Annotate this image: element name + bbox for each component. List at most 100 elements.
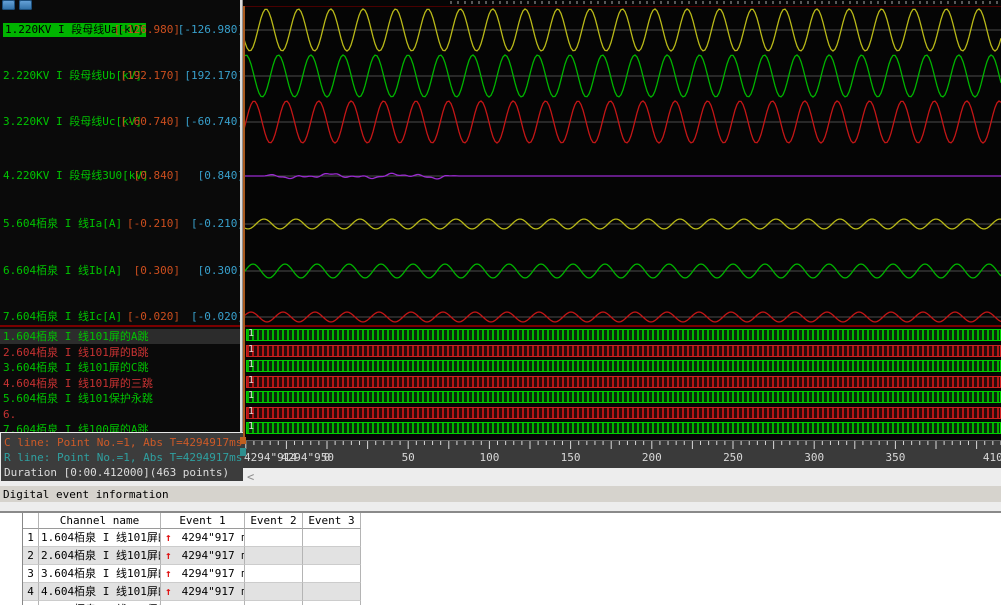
digital-state-value: 1: [248, 359, 254, 371]
event-channel-name: 5.604栢泉 I 线101保护永跳: [39, 601, 161, 605]
analog-channel-row[interactable]: 5.604栢泉 I 线Ia[A] [-0.210] [-0.210]: [0, 217, 240, 231]
event-2-cell: [245, 565, 303, 583]
r-cursor-value: [-126.980]: [178, 23, 240, 37]
digital-channel-row[interactable]: 3.604栢泉 I 线101屏的C跳: [0, 360, 240, 375]
event-table-row[interactable]: 55.604栢泉 I 线101保护永跳 ↑ 4294"917 ms: [23, 601, 361, 605]
fault-recorder-waveform-app: < Digital event information Channel name…: [0, 0, 1001, 605]
event-table-row[interactable]: 33.604栢泉 I 线101屏的C跳↑ 4294"917 ms: [23, 565, 361, 583]
c-cursor-value: [192.170]: [120, 69, 180, 83]
event-time: 4294"917 ms: [182, 529, 245, 547]
digital-state-value: 1: [248, 390, 254, 402]
event-1-cell: ↑ 4294"917 ms: [161, 583, 245, 601]
digital-channel-row[interactable]: 4.604栢泉 I 线101屏的三跳: [0, 376, 240, 391]
analog-channel-row[interactable]: 4.220KV I 段母线3U0[kV][0.840][0.840]: [0, 169, 240, 183]
r-cursor-value: [0.840]: [198, 169, 240, 183]
analog-channel-label[interactable]: 4.220KV I 段母线3U0[kV]: [3, 169, 149, 183]
analog-channel-row[interactable]: 6.604栢泉 I 线Ib[A] [0.300] [0.300]: [0, 264, 240, 278]
axis-ticks: [243, 441, 1001, 451]
event-2-cell: [245, 583, 303, 601]
duration-status: Duration [0:00.412000](463 points): [4, 466, 229, 479]
event-row-index: 4: [23, 583, 39, 601]
axis-time-label: 410: [983, 451, 1001, 464]
event-3-cell: [303, 547, 361, 565]
event-2-cell: [245, 529, 303, 547]
event-1-cell: ↑ 4294"917 ms: [161, 565, 245, 583]
event-3-cell: [303, 583, 361, 601]
event-time: 4294"917 ms: [182, 601, 245, 605]
rising-edge-icon: ↑: [165, 529, 172, 547]
r-cursor-value: [-0.210]: [191, 217, 240, 231]
digital-channel-bar: 1: [246, 391, 1001, 403]
digital-channel-bar: 1: [246, 376, 1001, 388]
analog-channel-label[interactable]: 5.604栢泉 I 线Ia[A]: [3, 217, 122, 231]
event-table-header-cell: Event 3: [303, 513, 361, 529]
digital-channel-row[interactable]: 1.604栢泉 I 线101屏的A跳: [0, 329, 240, 344]
event-table-header-cell: [23, 513, 39, 529]
clipped-text-strip: [450, 1, 1001, 4]
c-line-status: C line: Point No.=1, Abs T=4294917ms, Re…: [4, 436, 243, 449]
r-cursor-value: [-60.740]: [184, 115, 240, 129]
r-cursor-grip[interactable]: [240, 448, 246, 456]
event-time: 4294"917 ms: [182, 547, 245, 565]
event-3-cell: [303, 601, 361, 605]
c-cursor-grip[interactable]: [240, 437, 246, 444]
analog-digital-separator: [0, 325, 1001, 327]
axis-time-label: 100: [479, 451, 499, 464]
c-cursor-value: [-0.020]: [127, 310, 180, 324]
c-cursor-value: [-0.210]: [127, 217, 180, 231]
digital-state-value: 1: [248, 344, 254, 356]
digital-channel-row[interactable]: 2.604栢泉 I 线101屏的B跳: [0, 345, 240, 360]
digital-channel-row[interactable]: 5.604栢泉 I 线101保护永跳: [0, 391, 240, 406]
event-table-header-cell: Event 2: [245, 513, 303, 529]
c-cursor-value: [-60.740]: [120, 115, 180, 129]
event-1-cell: ↑ 4294"917 ms: [161, 547, 245, 565]
event-row-index: 5: [23, 601, 39, 605]
digital-channel-bar: 1: [246, 345, 1001, 357]
event-table-row[interactable]: 44.604栢泉 I 线101屏的三跳↑4294"917 ms: [23, 583, 361, 601]
event-time: 4294"917 ms: [182, 565, 245, 583]
axis-time-label: 200: [642, 451, 662, 464]
event-table-row[interactable]: 22.604栢泉 I 线101屏的B跳↑4294"917 ms: [23, 547, 361, 565]
axis-time-label: 300: [804, 451, 824, 464]
event-1-cell: ↑ 4294"917 ms: [161, 601, 245, 605]
c-cursor-value: [0.300]: [134, 264, 180, 278]
analog-channel-row[interactable]: 7.604栢泉 I 线Ic[A] [-0.020] [-0.020]: [0, 310, 240, 324]
time-axis[interactable]: 4294"9144294"950050100150200250300350410: [243, 440, 1001, 468]
scroll-left-icon[interactable]: <: [247, 470, 254, 484]
rising-edge-icon: ↑: [165, 601, 172, 605]
c-cursor-line[interactable]: [243, 6, 245, 440]
analog-channel-row[interactable]: 2.220KV I 段母线Ub[kV][192.170][192.170]: [0, 69, 240, 83]
analog-channel-row[interactable]: 1.220KV I 段母线Ua[kV][-126.980][-126.980]: [0, 23, 240, 37]
rising-edge-icon: ↑: [165, 547, 172, 565]
digital-channel-row[interactable]: 6.: [0, 407, 240, 422]
event-table-row[interactable]: 11.604栢泉 I 线101屏的A跳↑4294"917 ms: [23, 529, 361, 547]
event-channel-name: 3.604栢泉 I 线101屏的C跳: [39, 565, 161, 583]
analog-waveforms: [243, 6, 1001, 326]
event-time: 4294"917 ms: [182, 583, 245, 601]
event-2-cell: [245, 601, 303, 605]
bottom-section: < Digital event information Channel name…: [0, 468, 1001, 605]
analog-channel-row[interactable]: 3.220KV I 段母线Uc[kV][-60.740][-60.740]: [0, 115, 240, 129]
rising-edge-icon: ↑: [165, 583, 172, 601]
axis-time-label: 150: [561, 451, 581, 464]
r-cursor-value: [0.300]: [198, 264, 240, 278]
digital-channel-bar: 1: [246, 407, 1001, 419]
event-row-index: 1: [23, 529, 39, 547]
digital-channel-bar: 1: [246, 360, 1001, 372]
event-section-title: Digital event information: [3, 488, 169, 501]
axis-time-label: 250: [723, 451, 743, 464]
cursor-status-panel: C line: Point No.=1, Abs T=4294917ms, Re…: [0, 432, 243, 481]
rising-edge-icon: ↑: [165, 565, 172, 583]
separator-strip: [0, 502, 1001, 511]
event-table-panel: Channel nameEvent 1Event 2Event 311.604栢…: [0, 513, 1001, 605]
r-cursor-value: [-0.020]: [191, 310, 240, 324]
event-table-header-cell: Event 1: [161, 513, 245, 529]
digital-state-value: 1: [248, 406, 254, 418]
analog-channel-label[interactable]: 7.604栢泉 I 线Ic[A]: [3, 310, 122, 324]
c-cursor-value: [0.840]: [134, 169, 180, 183]
r-line-status: R line: Point No.=1, Abs T=4294917ms, Re…: [4, 451, 243, 464]
analog-channel-label[interactable]: 6.604栢泉 I 线Ib[A]: [3, 264, 122, 278]
window-icon-1[interactable]: [2, 0, 15, 10]
event-row-index: 3: [23, 565, 39, 583]
window-icon-2[interactable]: [19, 0, 32, 10]
